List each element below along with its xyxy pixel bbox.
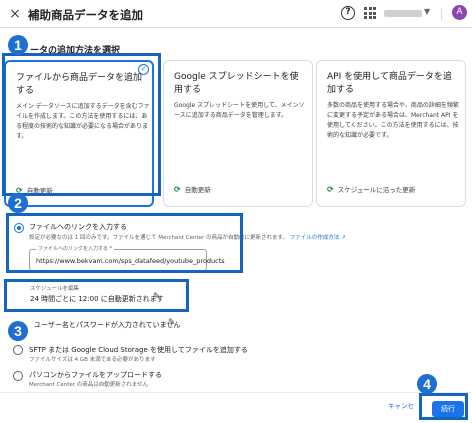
avatar[interactable]: A bbox=[452, 5, 467, 20]
link-option-sublabel: 設定が必要なのは 1 回のみです。ファイルを通じて Merchant Cente… bbox=[29, 233, 346, 241]
help-icon[interactable]: ? bbox=[341, 6, 355, 20]
card-schedule-label: 自動更新 bbox=[184, 186, 211, 194]
account-switcher[interactable]: ▼ bbox=[384, 7, 431, 20]
card-google-sheets[interactable]: Google スプレッドシートを使用する Google スプレッドシートを使用し… bbox=[163, 60, 313, 207]
file-url-field[interactable]: ファイルへのリンクを入力する * https://www.bekvam.com/… bbox=[29, 245, 225, 271]
footer-divider bbox=[0, 392, 472, 393]
open-external-icon: ↗ bbox=[339, 235, 346, 241]
apps-grid-icon[interactable] bbox=[364, 7, 376, 19]
top-bar: × 補助商品データを追加 ? ▼ A bbox=[0, 0, 472, 28]
card-file-upload[interactable]: ✓ ファイルから商品データを追加する メイン データソースに追加するデータを含む… bbox=[4, 60, 154, 207]
dialog-title: 補助商品データを追加 bbox=[28, 8, 143, 22]
caret-down-icon: ▼ bbox=[424, 7, 431, 16]
card-title: API を使用して商品データを追加する bbox=[327, 72, 452, 95]
schedule-edit-label: スケジュールを編集 bbox=[30, 286, 80, 292]
callout-2: 2 bbox=[8, 193, 28, 213]
callout-4: 4 bbox=[417, 374, 437, 394]
link-option-label: ファイルへのリンクを入力する bbox=[29, 223, 127, 231]
radio-link-option[interactable] bbox=[14, 223, 24, 233]
link-option-note: 設定が必要なのは 1 回のみです。ファイルを通じて Merchant Cente… bbox=[29, 235, 288, 241]
help-link[interactable]: ファイルの作成方法 bbox=[290, 235, 340, 241]
continue-button[interactable]: 続行 bbox=[432, 401, 464, 417]
upload-option-label: パソコンからファイルをアップロードする bbox=[29, 371, 162, 379]
callout-3: 3 bbox=[8, 321, 28, 341]
card-title: ファイルから商品データを追加する bbox=[16, 73, 143, 96]
card-description: メイン データソースに追加するデータを含むファイルを作成します。この方法を使用す… bbox=[16, 103, 150, 140]
card-schedule-label: スケジュールに沿った更新 bbox=[337, 186, 416, 194]
schedule-value: 24 時間ごとに 12:00 に自動更新されます bbox=[30, 295, 164, 303]
section-heading: ータの追加方法を選択 bbox=[30, 46, 121, 56]
divider bbox=[441, 8, 442, 20]
auto-update-icon: ⟳ bbox=[174, 185, 181, 194]
card-description: Google スプレッドシートを使用して、メインソースに追加する商品データを管理… bbox=[174, 102, 305, 119]
card-description: 多数の商品を使用する場合や、商品の詳細を頻繁に変更する予定がある場合は、Merc… bbox=[327, 102, 459, 139]
card-schedule-label: 自動更新 bbox=[26, 187, 53, 195]
upload-option-sublabel: Merchant Center の商品は自動更新されません bbox=[29, 382, 149, 388]
cancel-button[interactable]: キャンセル bbox=[388, 400, 414, 414]
edit-credentials-pencil-icon[interactable]: ✎ bbox=[168, 318, 176, 328]
file-url-input[interactable]: https://www.bekvam.com/sps_datafeed/yout… bbox=[36, 257, 225, 265]
card-schedule: ⟳ スケジュールに沿った更新 bbox=[327, 184, 415, 194]
card-schedule: ⟳ 自動更新 bbox=[174, 184, 211, 194]
file-url-field-label: ファイルへのリンクを入力する * bbox=[36, 245, 115, 252]
card-api[interactable]: API を使用して商品データを追加する 多数の商品を使用する場合や、商品の詳細を… bbox=[316, 60, 466, 207]
callout-1: 1 bbox=[8, 35, 28, 55]
sftp-option-label: SFTP または Google Cloud Storage を使用してファイルを… bbox=[29, 346, 248, 354]
scheduled-update-icon: ⟳ bbox=[327, 185, 334, 194]
radio-upload-option[interactable] bbox=[13, 371, 23, 381]
edit-schedule-pencil-icon[interactable]: ✎ bbox=[153, 292, 161, 302]
sftp-option-sublabel: ファイルサイズは 4 GB 未満である必要があります bbox=[29, 357, 156, 363]
card-title: Google スプレッドシートを使用する bbox=[174, 72, 299, 95]
close-icon[interactable]: × bbox=[8, 5, 22, 23]
credentials-text: ユーザー名とパスワードが入力されていません bbox=[34, 321, 181, 329]
radio-sftp-option[interactable] bbox=[13, 345, 23, 355]
account-name-redacted bbox=[384, 10, 422, 17]
